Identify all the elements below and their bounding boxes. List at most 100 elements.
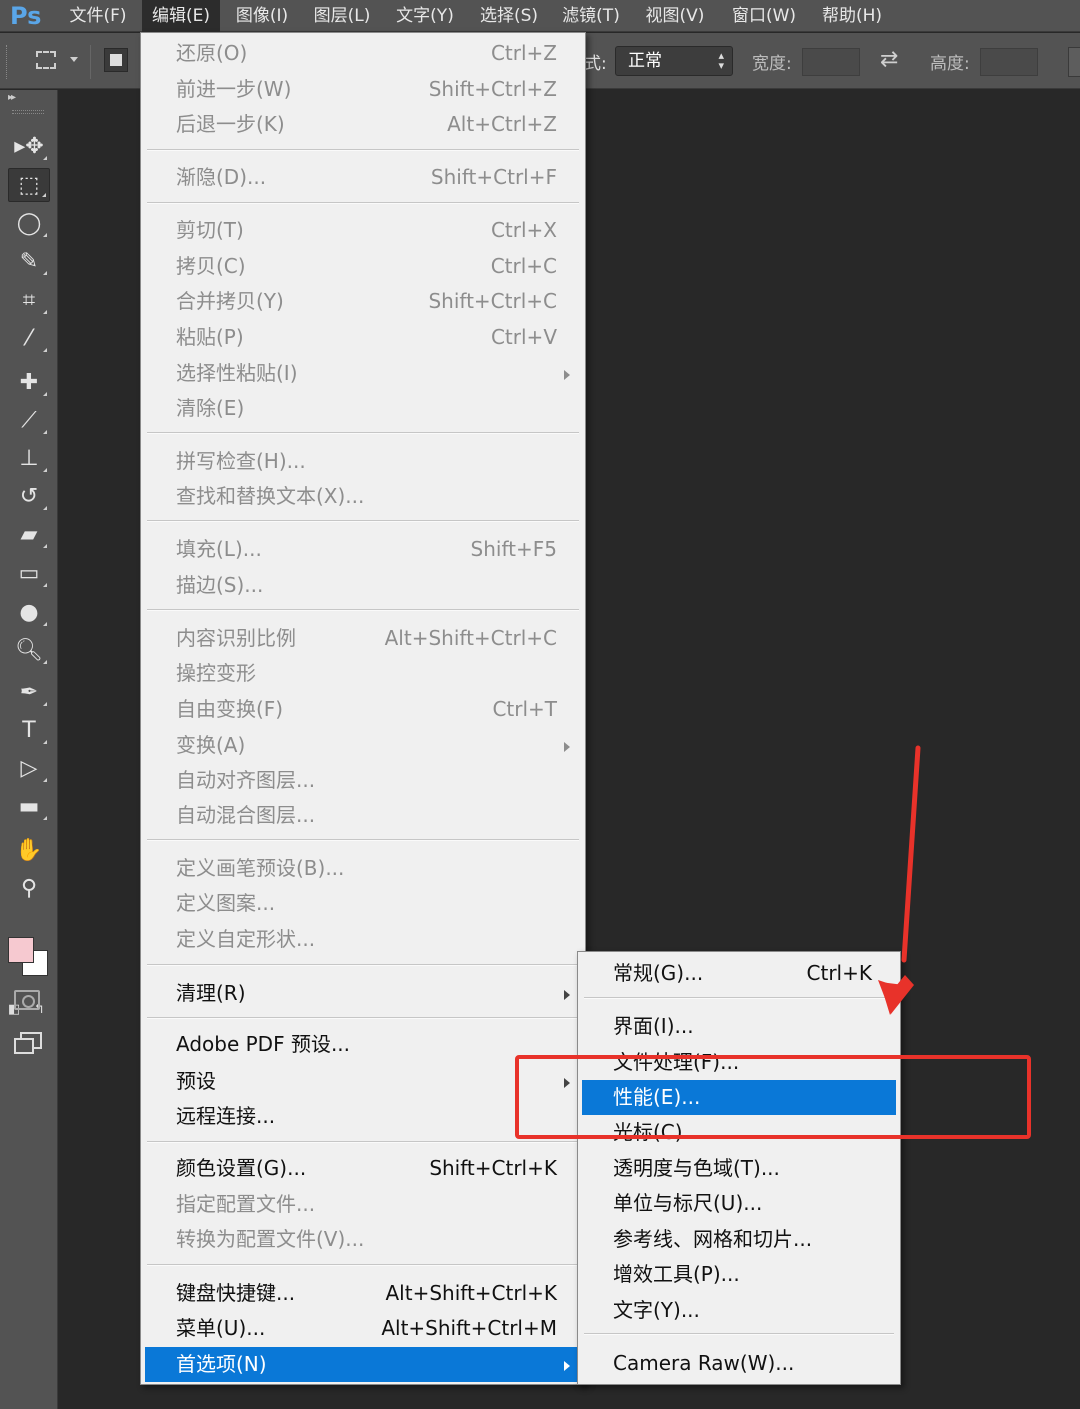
collapse-panel-icon[interactable]: ▸▸ [8,92,16,103]
rect-marquee-icon[interactable]: ⬚ [8,168,50,202]
edit-menu-item[interactable]: 渐隐(D)... Shift+Ctrl+F [145,160,581,195]
path-select-icon[interactable]: ▷ [8,752,50,786]
foreground-color-swatch[interactable] [8,937,34,963]
edit-menu-item[interactable]: 清理(R) [145,976,581,1011]
toolbox: ▸▸ ▸✥ ⬚ ◯ ✎ ⌗ ⁄ ✚ ⟋ ⊥ ↺ ▰ ▭ ● 🔍︎ ✒ T ▷ ▬… [0,90,58,1409]
rectangle-shape-icon[interactable]: ▬ [8,790,50,824]
chevron-down-icon[interactable] [70,57,78,62]
toolbox-grip[interactable] [12,110,44,114]
edit-menu-item[interactable]: 选择性粘贴(I) [145,356,581,391]
edit-menu-item[interactable]: 自动对齐图层... [145,763,581,798]
edit-menu-item[interactable]: 操控变形 [145,656,581,691]
eyedropper-icon[interactable]: ⁄ [8,322,50,356]
brush-icon[interactable]: ⟋ [8,404,50,438]
edit-menu-item[interactable]: 清除(E) [145,391,581,426]
preferences-item[interactable]: Camera Raw(W)... [582,1346,896,1381]
edit-menu-item-label: 预设 [176,1069,216,1093]
eraser-icon[interactable]: ▰ [8,518,50,552]
hand-icon[interactable]: ✋ [8,834,50,868]
zoom-icon[interactable]: ⚲ [8,872,50,906]
edit-menu-item[interactable]: 粘贴(P) Ctrl+V [145,320,581,355]
options-bar-grip[interactable] [6,45,9,79]
height-field[interactable] [980,48,1038,76]
menu-help[interactable]: 帮助(H) [814,0,890,32]
edit-menu-item[interactable]: 定义图案... [145,886,581,921]
swap-icon[interactable]: ⇄ [880,47,898,72]
edit-menu-item[interactable]: 自由变换(F) Ctrl+T [145,692,581,727]
edit-menu-item[interactable]: 剪切(T) Ctrl+X [145,213,581,248]
preferences-item[interactable]: 增效工具(P)... [582,1257,896,1292]
new-selection-icon[interactable] [104,48,128,72]
style-select[interactable]: 正常 ▴ ▾ [615,46,733,76]
edit-menu-item-shortcut: Ctrl+Z [490,41,557,65]
edit-menu-item-label: 键盘快捷键... [176,1281,296,1305]
menu-layer[interactable]: 图层(L) [306,0,378,32]
preferences-item[interactable]: 常规(G)... Ctrl+K [582,956,896,991]
dodge-icon[interactable]: 🔍︎ [8,634,50,668]
menu-separator [147,964,579,966]
menu-window[interactable]: 窗口(W) [724,0,804,32]
edit-menu-item-label: 后退一步(K) [176,112,285,136]
clone-stamp-icon[interactable]: ⊥ [8,442,50,476]
edit-menu-item[interactable]: 填充(L)... Shift+F5 [145,532,581,567]
edit-menu-item[interactable]: 转换为配置文件(V)... [145,1222,581,1257]
edit-menu-item[interactable]: 拷贝(C) Ctrl+C [145,249,581,284]
edit-menu-item[interactable]: 定义自定形状... [145,922,581,957]
pen-icon[interactable]: ✒ [8,676,50,710]
gradient-icon[interactable]: ▭ [8,557,50,591]
menu-view[interactable]: 视图(V) [638,0,712,32]
edit-menu-item[interactable]: 定义画笔预设(B)... [145,851,581,886]
edit-menu-item[interactable]: 变换(A) [145,728,581,763]
crop-icon[interactable]: ⌗ [8,284,50,318]
quick-select-icon[interactable]: ✎ [8,245,50,279]
edit-menu-item-label: 查找和替换文本(X)... [176,484,365,508]
edit-menu-item[interactable]: 指定配置文件... [145,1187,581,1222]
menu-file[interactable]: 文件(F) [62,0,134,32]
blur-icon[interactable]: ● [8,596,50,630]
photoshop-logo: Ps [10,2,42,30]
preferences-item[interactable]: 界面(I)... [582,1009,896,1044]
type-icon[interactable]: T [8,714,50,748]
edit-menu-item-shortcut: Shift+Ctrl+F [430,165,557,189]
lasso-icon[interactable]: ◯ [8,207,50,241]
rect-marquee-preset-icon[interactable] [36,51,56,69]
menu-image[interactable]: 图像(I) [226,0,298,32]
edit-menu-item-shortcut: Ctrl+V [490,325,557,349]
edit-menu-item[interactable]: 键盘快捷键... Alt+Shift+Ctrl+K [145,1276,581,1311]
screen-mode-icon[interactable] [14,1032,42,1054]
edit-menu-item[interactable]: 查找和替换文本(X)... [145,479,581,514]
edit-menu-item[interactable]: 合并拷贝(Y) Shift+Ctrl+C [145,284,581,319]
options-divider [90,45,91,79]
edit-menu-item[interactable]: 菜单(U)... Alt+Shift+Ctrl+M [145,1311,581,1346]
healing-brush-icon[interactable]: ✚ [8,366,50,400]
preferences-item[interactable]: 透明度与色域(T)... [582,1151,896,1186]
edit-menu-item[interactable]: 还原(O) Ctrl+Z [145,36,581,71]
width-label: 宽度: [752,54,792,74]
refine-edge-button[interactable] [1068,47,1080,77]
edit-menu-item[interactable]: 描边(S)... [145,568,581,603]
edit-menu-item-shortcut: Alt+Ctrl+Z [447,112,557,136]
submenu-arrow-icon [564,990,570,1000]
edit-menu-item[interactable]: 内容识别比例 Alt+Shift+Ctrl+C [145,621,581,656]
preferences-item[interactable]: 文字(Y)... [582,1293,896,1328]
updown-arrow-icon: ▴ ▾ [718,49,724,72]
menu-filter[interactable]: 滤镜(T) [554,0,628,32]
edit-menu-item[interactable]: 首选项(N) [145,1347,581,1382]
preferences-item[interactable]: 单位与标尺(U)... [582,1186,896,1221]
menu-separator [584,1333,894,1335]
preferences-item[interactable]: 参考线、网格和切片... [582,1222,896,1257]
width-field[interactable] [802,48,860,76]
edit-menu-dropdown: 还原(O) Ctrl+Z 前进一步(W) Shift+Ctrl+Z 后退一步(K) Alt… [140,32,586,1385]
menu-separator [147,839,579,841]
menu-type[interactable]: 文字(Y) [388,0,462,32]
menu-edit[interactable]: 编辑(E) [142,0,220,32]
edit-menu-item[interactable]: 自动混合图层... [145,798,581,833]
edit-menu-item[interactable]: 拼写检查(H)... [145,444,581,479]
menu-select[interactable]: 选择(S) [472,0,546,32]
history-brush-icon[interactable]: ↺ [8,480,50,514]
edit-menu-item[interactable]: 后退一步(K) Alt+Ctrl+Z [145,107,581,142]
quick-mask-icon[interactable] [14,990,40,1010]
move-tool-icon[interactable]: ▸✥ [8,130,50,164]
edit-menu-item[interactable]: 前进一步(W) Shift+Ctrl+Z [145,72,581,107]
edit-menu-item[interactable]: 颜色设置(G)... Shift+Ctrl+K [145,1151,581,1186]
